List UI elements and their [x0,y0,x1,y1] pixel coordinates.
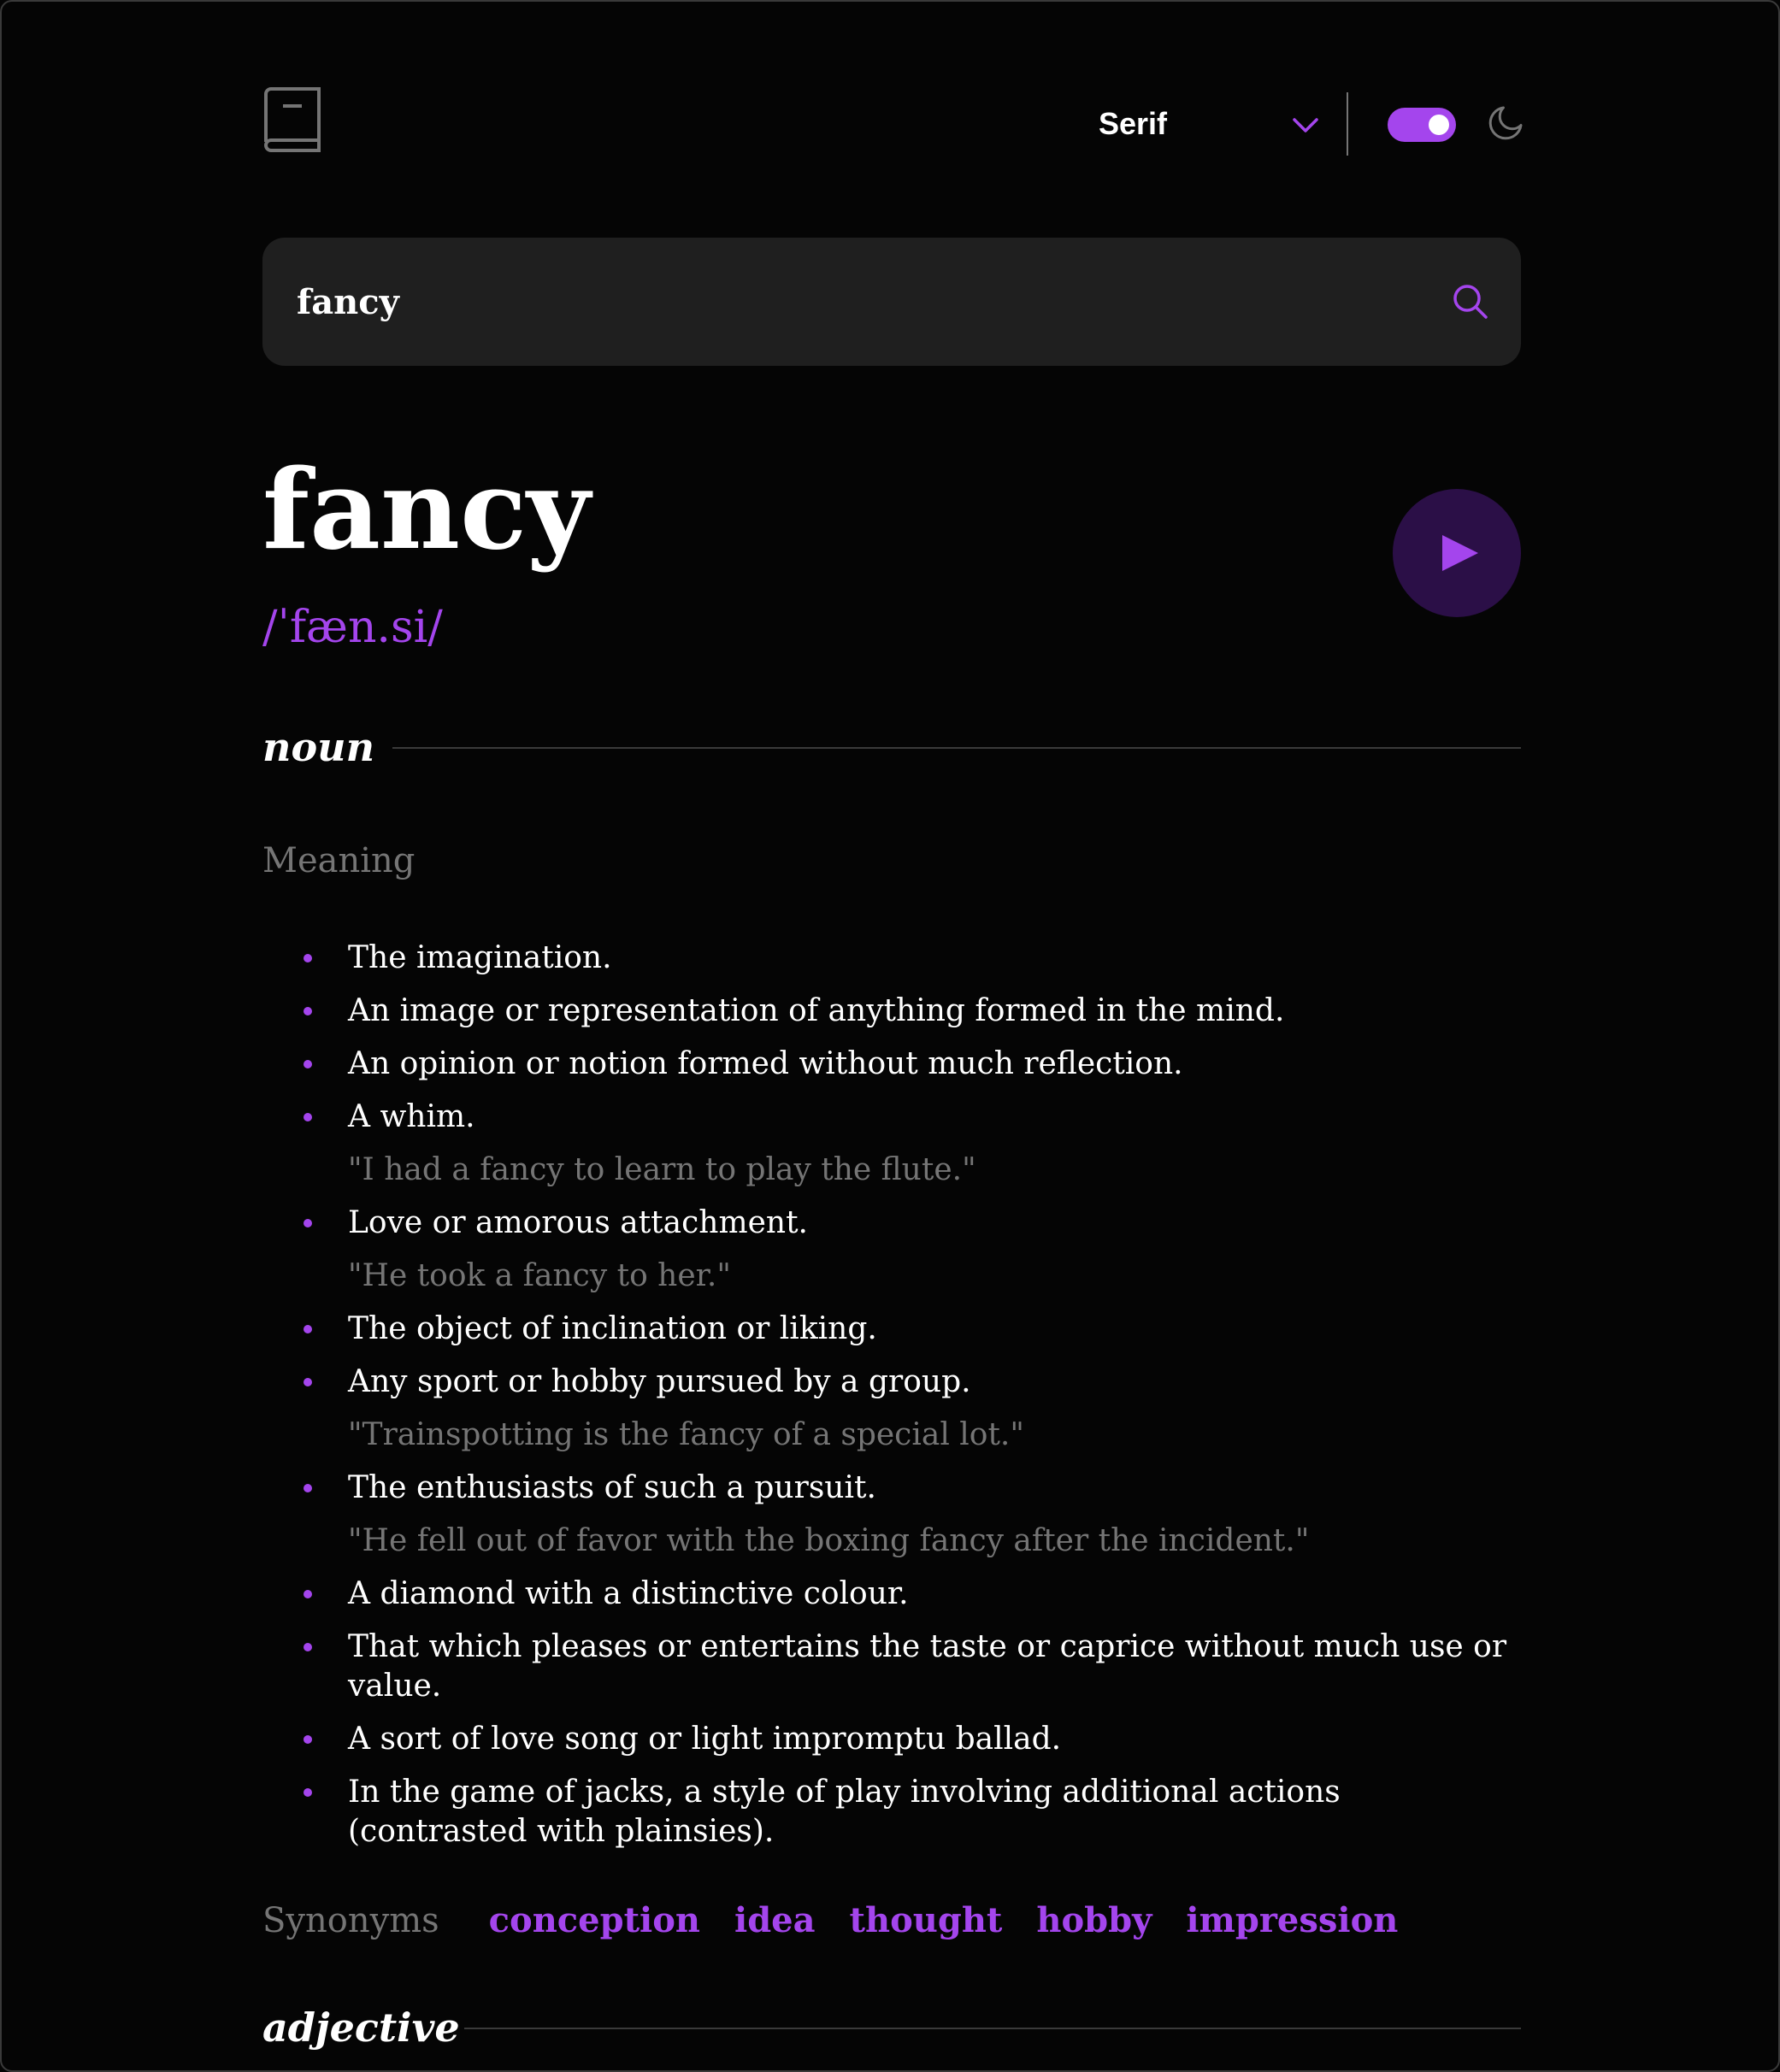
list-item: Any sport or hobby pursued by a group. "T… [262,1363,1521,1455]
list-item: The object of inclination or liking. [262,1310,1521,1349]
definition-text: An image or representation of anything f… [348,993,1285,1028]
bullet [304,1643,312,1651]
list-item: An image or representation of anything f… [262,992,1521,1031]
synonyms-label: Synonyms [262,1901,439,1940]
synonyms-row: Synonyms conception idea thought hobby i… [262,1895,1432,1946]
play-audio-button[interactable] [1393,489,1521,617]
bullet [304,1735,312,1744]
phonetic-text: /ˈfæn.si/ [262,602,443,653]
word-title: fancy [262,446,591,574]
synonym-link[interactable]: conception [489,1895,700,1946]
definition-text: A whim. [348,1099,475,1134]
adjective-divider [464,2028,1521,2029]
part-of-speech-adjective: adjective [262,2004,460,2051]
list-item: An opinion or notion formed without much… [262,1045,1521,1084]
list-item: The enthusiasts of such a pursuit. "He fe… [262,1469,1521,1561]
noun-divider [392,747,1521,749]
search-icon[interactable] [1451,282,1490,321]
list-item: A whim. "I had a fancy to learn to play t… [262,1098,1521,1190]
synonym-link[interactable]: idea [734,1895,816,1946]
search-bar [262,238,1521,366]
font-selector-label: Serif [1099,106,1168,141]
synonym-link[interactable]: thought [850,1895,1003,1946]
definition-text: The enthusiasts of such a pursuit. [348,1470,876,1505]
synonym-link[interactable]: hobby [1036,1895,1152,1946]
bullet [304,1590,312,1598]
definition-text: That which pleases or entertains the tas… [348,1629,1507,1704]
bullet [304,954,312,962]
part-of-speech-noun: noun [262,724,375,770]
header: Serif [262,87,1524,164]
header-divider [1347,92,1348,156]
definitions-list: The imagination. An image or representat… [262,939,1521,1865]
definition-text: The imagination. [348,940,612,975]
bullet [304,1484,312,1492]
definition-text: Love or amorous attachment. [348,1205,808,1240]
moon-icon [1487,104,1524,142]
definition-example: "Trainspotting is the fancy of a special… [348,1417,1024,1452]
list-item: Love or amorous attachment. "He took a fa… [262,1204,1521,1296]
definition-text: Any sport or hobby pursued by a group. [348,1364,971,1399]
synonym-link[interactable]: impression [1186,1895,1398,1946]
bullet [304,1060,312,1068]
definition-text: The object of inclination or liking. [348,1311,877,1346]
font-selector[interactable]: Serif [1099,103,1321,145]
meaning-label: Meaning [262,841,416,880]
list-item: A diamond with a distinctive colour. [262,1575,1521,1614]
search-input[interactable] [297,238,1408,366]
list-item: That which pleases or entertains the tas… [262,1628,1521,1706]
definition-example: "He took a fancy to her." [348,1258,731,1293]
list-item: A sort of love song or light impromptu b… [262,1720,1521,1759]
definition-example: "He fell out of favor with the boxing fa… [348,1523,1310,1558]
book-icon [262,87,322,152]
play-icon [1442,535,1478,571]
definition-text: An opinion or notion formed without much… [348,1046,1183,1081]
list-item: In the game of jacks, a style of play in… [262,1773,1521,1851]
bullet [304,1325,312,1333]
list-item: The imagination. [262,939,1521,978]
bullet [304,1378,312,1386]
theme-toggle[interactable] [1388,108,1456,142]
definition-text: A diamond with a distinctive colour. [348,1576,909,1611]
chevron-down-icon [1290,109,1321,140]
definition-text: A sort of love song or light impromptu b… [348,1722,1062,1757]
app-window: Serif fancy fancy /ˈfæn.si/ noun Meaning… [0,0,1780,2072]
bullet [304,1219,312,1227]
bullet [304,1788,312,1797]
definition-text: In the game of jacks, a style of play in… [348,1775,1341,1849]
definition-example: "I had a fancy to learn to play the flut… [348,1152,976,1187]
bullet [304,1007,312,1015]
bullet [304,1113,312,1121]
theme-toggle-knob [1429,115,1449,135]
